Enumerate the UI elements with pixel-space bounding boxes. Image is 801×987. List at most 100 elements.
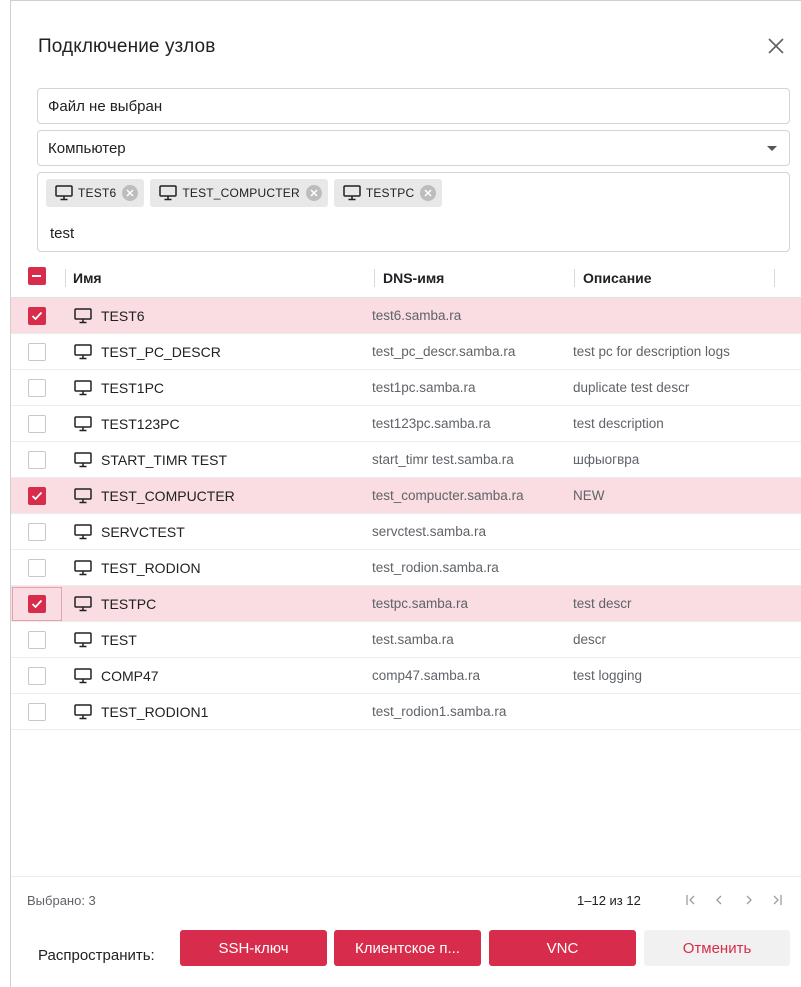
chip-label: TEST_COMPUCTER <box>182 186 300 200</box>
host-name-cell: TEST1PC <box>73 379 164 397</box>
type-select[interactable]: Компьютер <box>37 130 790 166</box>
ssh-key-button[interactable]: SSH-ключ <box>180 930 327 966</box>
host-chip[interactable]: TEST_COMPUCTER <box>150 179 328 207</box>
hosts-table: Имя DNS-имя Описание TEST6 test6.samba.ra… <box>11 258 801 730</box>
row-checkbox[interactable] <box>28 451 46 469</box>
remove-chip-icon[interactable] <box>122 185 139 201</box>
table-row[interactable]: SERVCTEST servctest.samba.ra <box>11 514 801 550</box>
prev-page-button[interactable] <box>708 889 730 911</box>
row-checkbox[interactable] <box>28 559 46 577</box>
table-row[interactable]: TEST6 test6.samba.ra <box>11 298 801 334</box>
table-row[interactable]: TEST_COMPUCTER test_compucter.samba.ra NEW <box>11 478 801 514</box>
row-checkbox[interactable] <box>28 703 46 721</box>
host-name-cell: TESTPC <box>73 595 156 613</box>
select-all-checkbox[interactable] <box>28 267 46 285</box>
dialog-title: Подключение узлов <box>38 36 216 57</box>
column-separator <box>374 269 375 287</box>
host-name: START_TIMR TEST <box>101 452 228 468</box>
computer-icon <box>73 631 93 649</box>
computer-icon <box>342 184 362 202</box>
last-page-button[interactable] <box>766 889 788 911</box>
host-chip[interactable]: TEST6 <box>46 179 145 207</box>
footer-divider <box>11 876 801 877</box>
host-name-cell: TEST <box>73 631 137 649</box>
hosts-chips-field[interactable]: TEST6 TEST_COMPUCTER TESTPC <box>37 172 790 252</box>
table-row[interactable]: TEST_RODION1 test_rodion1.samba.ra <box>11 694 801 730</box>
chevron-left-icon <box>716 895 722 905</box>
row-checkbox[interactable] <box>28 487 46 505</box>
row-checkbox[interactable] <box>28 307 46 325</box>
column-separator <box>574 269 575 287</box>
description-cell: test logging <box>573 668 643 683</box>
dns-name-cell: testpc.samba.ra <box>372 596 469 611</box>
type-select-value: Компьютер <box>48 140 126 157</box>
table-row[interactable]: TEST1PC test1pc.samba.ra duplicate test de… <box>11 370 801 406</box>
host-name-cell: TEST6 <box>73 307 145 325</box>
hosts-search-input[interactable] <box>50 225 750 242</box>
computer-icon <box>73 451 93 469</box>
row-checkbox[interactable] <box>28 415 46 433</box>
remove-chip-icon[interactable] <box>305 185 322 201</box>
computer-icon <box>73 595 93 613</box>
computer-icon <box>158 184 178 202</box>
row-checkbox[interactable] <box>28 667 46 685</box>
row-checkbox[interactable] <box>28 343 46 361</box>
vnc-button[interactable]: VNC <box>489 930 636 966</box>
dns-name-cell: test_compucter.samba.ra <box>372 488 524 503</box>
host-name-cell: START_TIMR TEST <box>73 451 227 469</box>
share-label: Распространить: <box>38 947 155 964</box>
description-cell: test description <box>573 416 664 431</box>
client-button[interactable]: Клиентское п... <box>334 930 481 966</box>
host-name: TEST_PC_DESCR <box>101 344 221 360</box>
description-cell: descr <box>573 632 607 647</box>
dns-name-cell: test_rodion.samba.ra <box>372 560 499 575</box>
row-checkbox[interactable] <box>28 523 46 541</box>
dns-name-cell: test.samba.ra <box>372 632 454 647</box>
row-checkbox[interactable] <box>28 379 46 397</box>
close-icon <box>768 38 784 54</box>
chip-label: TESTPC <box>365 186 415 200</box>
table-row[interactable]: TEST123PC test123pc.samba.ra test descript… <box>11 406 801 442</box>
chip-label: TEST6 <box>78 186 117 200</box>
remove-chip-icon[interactable] <box>420 185 437 201</box>
table-row[interactable]: START_TIMR TEST start_timr test.samba.ra ш… <box>11 442 801 478</box>
close-button[interactable] <box>763 33 789 59</box>
host-name: TEST_RODION <box>101 560 201 576</box>
computer-icon <box>73 559 93 577</box>
table-body: TEST6 test6.samba.ra TEST_PC_DESCR test_pc_… <box>11 298 801 730</box>
last-page-icon <box>773 895 782 905</box>
description-cell: шфыогвра <box>573 452 640 467</box>
row-checkbox[interactable] <box>28 595 46 613</box>
table-row[interactable]: COMP47 comp47.samba.ra test logging <box>11 658 801 694</box>
first-page-button[interactable] <box>680 889 702 911</box>
host-name-cell: TEST_COMPUCTER <box>73 487 235 505</box>
description-cell: test descr <box>573 596 632 611</box>
column-header-description[interactable]: Описание <box>583 270 652 286</box>
column-separator <box>774 269 775 287</box>
dns-name-cell: comp47.samba.ra <box>372 668 481 683</box>
computer-icon <box>73 415 93 433</box>
host-chip[interactable]: TESTPC <box>333 179 443 207</box>
next-page-button[interactable] <box>738 889 760 911</box>
host-name-cell: TEST_PC_DESCR <box>73 343 221 361</box>
column-header-name[interactable]: Имя <box>73 270 102 286</box>
connect-nodes-dialog: Подключение узлов Файл не выбран Компьют… <box>10 0 801 987</box>
host-name-cell: TEST123PC <box>73 415 180 433</box>
host-name-cell: TEST_RODION <box>73 559 201 577</box>
cancel-button[interactable]: Отменить <box>644 930 790 966</box>
host-name: TESTPC <box>101 596 157 612</box>
table-row[interactable]: TEST test.samba.ra descr <box>11 622 801 658</box>
table-row[interactable]: TESTPC testpc.samba.ra test descr <box>11 586 801 622</box>
computer-icon <box>73 523 93 541</box>
column-header-dns[interactable]: DNS-имя <box>383 270 444 286</box>
table-row[interactable]: TEST_PC_DESCR test_pc_descr.samba.ra test … <box>11 334 801 370</box>
file-field[interactable]: Файл не выбран <box>37 88 790 124</box>
host-name: TEST_RODION1 <box>101 704 209 720</box>
host-name-cell: TEST_RODION1 <box>73 703 208 721</box>
row-checkbox[interactable] <box>28 631 46 649</box>
description-cell: NEW <box>573 488 605 503</box>
table-header: Имя DNS-имя Описание <box>11 258 801 298</box>
table-row[interactable]: TEST_RODION test_rodion.samba.ra <box>11 550 801 586</box>
first-page-icon <box>686 895 695 905</box>
dns-name-cell: test_pc_descr.samba.ra <box>372 344 516 359</box>
